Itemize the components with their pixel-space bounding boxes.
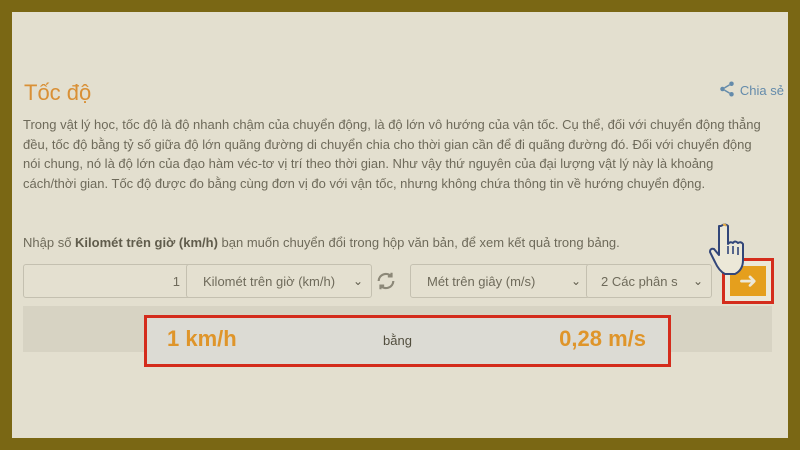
instruction-text: Nhập số Kilomét trên giờ (km/h) bạn muốn…	[23, 235, 620, 250]
share-icon	[718, 80, 736, 101]
chevron-down-icon: ⌄	[692, 274, 703, 288]
precision-value: 2 Các phân s	[601, 273, 678, 289]
result-to: 0,28 m/s	[559, 326, 646, 351]
instruction-unit: Kilomét trên giờ (km/h)	[75, 235, 218, 250]
hand-pointer-icon	[707, 222, 747, 278]
from-unit-select[interactable]: Kilomét trên giờ (km/h) ⌄	[186, 264, 372, 298]
precision-select[interactable]: 2 Các phân s ⌄	[586, 264, 712, 298]
share-label: Chia sẻ	[739, 83, 784, 98]
result-equals: bằng	[383, 333, 412, 348]
to-unit-select[interactable]: Mét trên giây (m/s) ⌄	[410, 264, 590, 298]
result-from: 1 km/h	[167, 326, 237, 351]
share-link[interactable]: Chia sẻ	[718, 80, 784, 101]
from-unit-value: Kilomét trên giờ (km/h)	[203, 273, 336, 289]
result-highlight: 1 km/h bằng 0,28 m/s	[144, 315, 671, 367]
value-input[interactable]: 1	[23, 264, 193, 298]
chevron-down-icon: ⌄	[352, 274, 363, 288]
swap-icon[interactable]	[375, 270, 397, 292]
description-paragraph: Trong vật lý học, tốc độ là độ nhanh chậ…	[23, 117, 761, 191]
chevron-down-icon: ⌄	[570, 274, 581, 288]
converter-page	[12, 12, 788, 438]
to-unit-value: Mét trên giây (m/s)	[427, 273, 536, 289]
page-title: Tốc độ	[24, 80, 92, 105]
